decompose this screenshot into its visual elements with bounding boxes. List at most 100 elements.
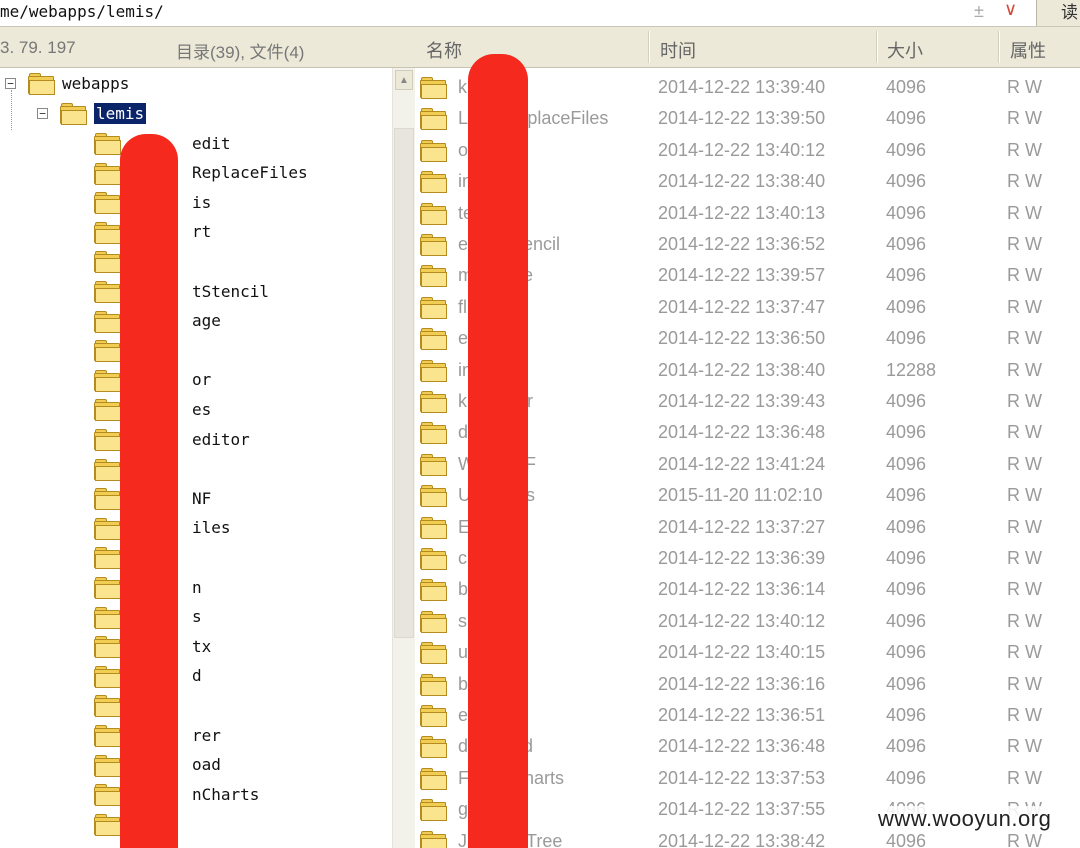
file-time: 2014-12-22 13:36:52: [658, 234, 826, 254]
file-attr: R W: [1007, 139, 1042, 160]
file-time: 2014-12-22 13:40:13: [658, 202, 826, 223]
add-bookmark-button[interactable]: ±: [974, 1, 984, 22]
column-divider[interactable]: [876, 31, 878, 63]
file-attr: R W: [1007, 642, 1042, 663]
column-size-header[interactable]: 大小: [887, 37, 923, 63]
folder-icon: [420, 736, 447, 759]
directory-tree: − webapps − lemis edit ReplaceFiles is rt tS…: [0, 68, 390, 848]
folder-icon: [420, 799, 447, 822]
file-time: 2014-12-22 13:36:51: [658, 705, 826, 725]
path-input[interactable]: me/webapps/lemis/: [0, 2, 164, 21]
file-attr: R W: [1007, 736, 1042, 757]
file-size: 4096: [886, 767, 927, 788]
file-size: 4096: [886, 642, 927, 663]
folder-icon: [420, 673, 447, 696]
folder-icon: [420, 328, 447, 351]
tree-node-label: iles: [192, 518, 231, 538]
tree-node-label: nCharts: [192, 784, 260, 804]
tree-node-label: edit: [192, 133, 231, 153]
file-attr: R W: [1007, 391, 1042, 411]
tree-node-label: s: [192, 607, 202, 627]
file-size: 4096: [886, 548, 927, 568]
file-attr: R W: [1007, 548, 1042, 568]
file-attr: R W: [1007, 516, 1042, 537]
file-attr: R W: [1007, 705, 1042, 725]
folder-icon: [94, 429, 121, 451]
folder-icon: [94, 577, 121, 599]
collapse-toggle[interactable]: −: [5, 77, 16, 89]
scroll-up-button[interactable]: ▲: [395, 70, 413, 90]
file-attr: R W: [1007, 453, 1042, 474]
column-divider[interactable]: [998, 31, 1000, 63]
file-attr: R W: [1007, 767, 1042, 788]
folder-icon: [420, 359, 447, 382]
folder-icon: [94, 251, 121, 274]
scroll-thumb[interactable]: [394, 128, 414, 638]
column-attr-header[interactable]: 属性: [1010, 37, 1046, 63]
column-name-header[interactable]: 名称: [426, 37, 462, 63]
folder-icon: [420, 830, 447, 848]
file-name: c: [458, 548, 467, 568]
file-attr: R W: [1007, 296, 1042, 317]
file-time: 2014-12-22 13:37:55: [658, 799, 826, 820]
file-size: 4096: [886, 234, 927, 254]
folder-icon: [420, 610, 447, 633]
column-divider[interactable]: [648, 31, 650, 63]
folder-icon: [420, 642, 447, 665]
file-size: 4096: [886, 830, 927, 848]
file-name: d: [458, 422, 469, 443]
folder-icon: [420, 453, 447, 476]
file-size: 4096: [886, 265, 927, 286]
tree-node-label: tx: [192, 636, 212, 656]
tree-node-webapps[interactable]: − webapps: [5, 69, 129, 97]
folder-icon: [420, 422, 447, 445]
file-time: 2014-12-22 13:36:14: [658, 579, 826, 600]
folder-icon: [94, 133, 121, 155]
tree-node-label: webapps: [62, 73, 130, 93]
file-size: 4096: [886, 705, 927, 725]
file-name: k: [458, 77, 467, 97]
tree-node-label: rer: [192, 725, 221, 745]
read-button[interactable]: 读: [1036, 0, 1080, 26]
file-size: 4096: [886, 296, 927, 317]
folder-icon: [420, 202, 447, 225]
file-name: b: [458, 673, 469, 694]
folder-icon: [94, 369, 121, 392]
folder-icon: [94, 488, 121, 511]
folder-icon: [420, 485, 447, 508]
file-attr: R W: [1007, 202, 1042, 223]
file-size: 4096: [886, 485, 927, 506]
file-name: s: [458, 610, 467, 631]
folder-icon: [94, 784, 121, 807]
folder-icon: [420, 234, 447, 256]
folder-icon: [94, 340, 121, 363]
folder-icon: [94, 754, 121, 777]
folder-icon: [420, 108, 447, 131]
file-attr: R W: [1007, 265, 1042, 286]
file-size: 4096: [886, 673, 927, 694]
file-name: u: [458, 642, 469, 663]
file-size: 4096: [886, 579, 927, 600]
redaction-mark: [120, 134, 178, 848]
tree-scrollbar[interactable]: ▲: [392, 68, 415, 848]
tree-node-lemis[interactable]: − lemis: [37, 99, 147, 127]
tree-node-label: es: [192, 399, 212, 419]
path-dropdown-button[interactable]: ∨: [1004, 0, 1017, 20]
folder-icon: [420, 265, 447, 288]
file-attr: R W: [1007, 579, 1042, 600]
tree-node-label: NF: [192, 488, 212, 508]
file-attr: R W: [1007, 422, 1042, 443]
column-time-header[interactable]: 时间: [660, 37, 696, 63]
folder-icon: [94, 399, 121, 422]
folder-icon: [94, 162, 121, 185]
file-time: 2014-12-22 13:40:12: [658, 139, 826, 160]
file-time: 2014-12-22 13:41:24: [658, 453, 826, 474]
collapse-toggle[interactable]: −: [37, 107, 48, 119]
file-size: 4096: [886, 77, 927, 97]
tree-node-label: n: [192, 577, 202, 597]
folder-icon: [94, 636, 121, 659]
tree-node-label: rt: [192, 222, 212, 242]
folder-icon: [94, 310, 121, 333]
folder-icon: [420, 77, 447, 99]
file-attr: R W: [1007, 610, 1042, 631]
